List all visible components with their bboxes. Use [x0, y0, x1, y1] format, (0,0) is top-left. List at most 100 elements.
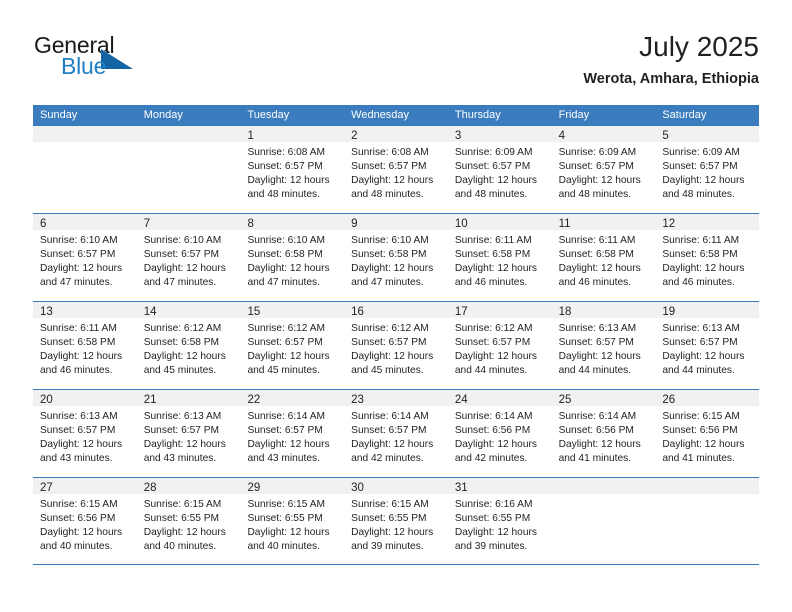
calendar-day-cell[interactable]: 19 Sunrise: 6:13 AM Sunset: 6:57 PM Dayligh…	[655, 302, 760, 389]
sunrise-text: Sunrise: 6:12 AM	[351, 323, 429, 334]
daylight-text-continued: and 47 minutes.	[40, 277, 113, 288]
calendar-day-cell[interactable]: 1 Sunrise: 6:08 AM Sunset: 6:57 PM Daylight…	[240, 126, 345, 213]
daylight-text: Daylight: 12 hours	[454, 351, 537, 362]
calendar-day-cell[interactable]: 10 Sunrise: 6:11 AM Sunset: 6:58 PM Dayligh…	[447, 214, 552, 301]
calendar-day-cell-empty	[136, 126, 241, 213]
calendar-week-row: 1 Sunrise: 6:08 AM Sunset: 6:57 PM Daylight…	[33, 125, 760, 213]
day-cell-body: Sunrise: 6:16 AM Sunset: 6:55 PM Daylight:…	[448, 494, 552, 554]
calendar-day-cell[interactable]: 24 Sunrise: 6:14 AM Sunset: 6:56 PM Dayligh…	[447, 390, 552, 477]
calendar-day-cell[interactable]: 12 Sunrise: 6:11 AM Sunset: 6:58 PM Dayligh…	[655, 214, 760, 301]
day-cell-body: Sunrise: 6:11 AM Sunset: 6:58 PM Daylight:…	[655, 230, 759, 290]
sunset-text: Sunset: 6:57 PM	[247, 425, 323, 436]
calendar-day-cell[interactable]: 23 Sunrise: 6:14 AM Sunset: 6:57 PM Dayligh…	[344, 390, 448, 477]
calendar-day-cell[interactable]: 27 Sunrise: 6:15 AM Sunset: 6:56 PM Dayligh…	[33, 478, 137, 564]
day-number: 18	[558, 306, 572, 318]
calendar-day-cell[interactable]: 13 Sunrise: 6:11 AM Sunset: 6:58 PM Dayligh…	[33, 302, 137, 389]
day-number: 6	[40, 218, 47, 230]
sunrise-text: Sunrise: 6:15 AM	[351, 499, 429, 510]
day-number-band: 27	[33, 478, 137, 494]
day-number-band: 14	[136, 302, 241, 318]
daylight-text-continued: and 41 minutes.	[662, 453, 735, 464]
calendar-day-cell[interactable]: 20 Sunrise: 6:13 AM Sunset: 6:57 PM Dayligh…	[33, 390, 137, 477]
sunset-text: Sunset: 6:57 PM	[558, 337, 634, 348]
sunrise-text: Sunrise: 6:10 AM	[40, 235, 118, 246]
daylight-text: Daylight: 12 hours	[247, 263, 330, 274]
day-number-band: 24	[447, 390, 552, 406]
calendar-day-cell[interactable]: 21 Sunrise: 6:13 AM Sunset: 6:57 PM Dayligh…	[136, 390, 241, 477]
daylight-text-continued: and 45 minutes.	[247, 365, 320, 376]
calendar-day-cell[interactable]: 5 Sunrise: 6:09 AM Sunset: 6:57 PM Daylight…	[655, 126, 760, 213]
calendar-day-cell[interactable]: 2 Sunrise: 6:08 AM Sunset: 6:57 PM Daylight…	[344, 126, 448, 213]
day-number-band	[655, 478, 760, 494]
day-cell-body: Sunrise: 6:08 AM Sunset: 6:57 PM Daylight:…	[240, 142, 344, 202]
daylight-text-continued: and 40 minutes.	[143, 541, 217, 552]
calendar-day-cell[interactable]: 7 Sunrise: 6:10 AM Sunset: 6:57 PM Daylight…	[136, 214, 241, 301]
calendar-day-cell[interactable]: 31 Sunrise: 6:16 AM Sunset: 6:55 PM Dayligh…	[447, 478, 552, 564]
daylight-text-continued: and 44 minutes.	[454, 365, 528, 376]
daylight-text: Daylight: 12 hours	[351, 351, 434, 362]
general-blue-logo[interactable]: General Blue	[33, 32, 233, 88]
calendar-day-cell[interactable]: 17 Sunrise: 6:12 AM Sunset: 6:57 PM Dayligh…	[447, 302, 552, 389]
calendar-day-cell[interactable]: 28 Sunrise: 6:15 AM Sunset: 6:55 PM Dayligh…	[136, 478, 241, 564]
daylight-text: Daylight: 12 hours	[558, 439, 641, 450]
calendar-day-cell[interactable]: 25 Sunrise: 6:14 AM Sunset: 6:56 PM Dayligh…	[551, 390, 656, 477]
day-number-band: 5	[655, 126, 760, 142]
calendar-day-cell[interactable]: 16 Sunrise: 6:12 AM Sunset: 6:57 PM Dayligh…	[344, 302, 448, 389]
calendar-week-row: 20 Sunrise: 6:13 AM Sunset: 6:57 PM Dayligh…	[33, 389, 760, 477]
sunset-text: Sunset: 6:57 PM	[351, 161, 427, 172]
daylight-text-continued: and 46 minutes.	[662, 277, 735, 288]
daylight-text-continued: and 48 minutes.	[662, 189, 735, 200]
day-cell-body	[552, 494, 656, 498]
calendar-day-cell-empty	[33, 126, 137, 213]
calendar-day-cell[interactable]: 22 Sunrise: 6:14 AM Sunset: 6:57 PM Dayligh…	[240, 390, 345, 477]
calendar-day-cell[interactable]: 11 Sunrise: 6:11 AM Sunset: 6:58 PM Dayligh…	[551, 214, 656, 301]
page-subtitle: Werota, Amhara, Ethiopia	[583, 71, 759, 87]
day-number: 1	[247, 130, 254, 142]
day-number: 23	[351, 394, 364, 406]
sunrise-text: Sunrise: 6:13 AM	[558, 323, 637, 334]
daylight-text-continued: and 44 minutes.	[558, 365, 632, 376]
day-number: 4	[558, 130, 565, 142]
sunrise-text: Sunrise: 6:13 AM	[662, 323, 740, 334]
daylight-text: Daylight: 12 hours	[454, 263, 537, 274]
daylight-text-continued: and 48 minutes.	[454, 189, 528, 200]
calendar-day-cell[interactable]: 18 Sunrise: 6:13 AM Sunset: 6:57 PM Dayligh…	[551, 302, 656, 389]
daylight-text-continued: and 47 minutes.	[143, 277, 217, 288]
weekday-header-wednesday: Wednesday	[351, 109, 410, 121]
day-number-band: 31	[447, 478, 552, 494]
day-number-band: 2	[344, 126, 448, 142]
day-number: 19	[662, 306, 676, 318]
calendar-day-cell[interactable]: 26 Sunrise: 6:15 AM Sunset: 6:56 PM Dayligh…	[655, 390, 760, 477]
day-number-band: 11	[551, 214, 656, 230]
calendar-week-row: 6 Sunrise: 6:10 AM Sunset: 6:57 PM Daylight…	[33, 213, 760, 301]
daylight-text-continued: and 41 minutes.	[558, 453, 632, 464]
calendar-day-cell[interactable]: 6 Sunrise: 6:10 AM Sunset: 6:57 PM Daylight…	[33, 214, 137, 301]
calendar-day-cell[interactable]: 29 Sunrise: 6:15 AM Sunset: 6:55 PM Dayligh…	[240, 478, 345, 564]
calendar-week-row: 13 Sunrise: 6:11 AM Sunset: 6:58 PM Dayligh…	[33, 301, 760, 389]
day-cell-body: Sunrise: 6:10 AM Sunset: 6:58 PM Daylight:…	[240, 230, 344, 290]
day-number-band: 15	[240, 302, 345, 318]
daylight-text: Daylight: 12 hours	[40, 527, 123, 538]
calendar-day-cell[interactable]: 3 Sunrise: 6:09 AM Sunset: 6:57 PM Daylight…	[447, 126, 552, 213]
daylight-text-continued: and 42 minutes.	[351, 453, 424, 464]
calendar-day-cell[interactable]: 14 Sunrise: 6:12 AM Sunset: 6:58 PM Dayligh…	[136, 302, 241, 389]
day-number-band: 3	[447, 126, 552, 142]
sunrise-text: Sunrise: 6:14 AM	[558, 411, 637, 422]
day-number-band: 10	[447, 214, 552, 230]
sunrise-text: Sunrise: 6:14 AM	[247, 411, 326, 422]
day-cell-body: Sunrise: 6:09 AM Sunset: 6:57 PM Daylight:…	[655, 142, 759, 202]
sunrise-text: Sunrise: 6:11 AM	[454, 235, 532, 246]
daylight-text: Daylight: 12 hours	[351, 263, 434, 274]
sunset-text: Sunset: 6:57 PM	[143, 249, 220, 260]
day-number-band: 12	[655, 214, 760, 230]
day-number-band: 30	[344, 478, 448, 494]
calendar-day-cell[interactable]: 4 Sunrise: 6:09 AM Sunset: 6:57 PM Daylight…	[551, 126, 656, 213]
calendar-page: General Blue July 2025 Werota, Amhara, E…	[0, 0, 792, 612]
calendar-day-cell[interactable]: 30 Sunrise: 6:15 AM Sunset: 6:55 PM Dayligh…	[344, 478, 448, 564]
calendar-day-cell[interactable]: 8 Sunrise: 6:10 AM Sunset: 6:58 PM Daylight…	[240, 214, 345, 301]
day-number: 7	[143, 218, 151, 230]
calendar-day-cell[interactable]: 15 Sunrise: 6:12 AM Sunset: 6:57 PM Dayligh…	[240, 302, 345, 389]
calendar-day-cell[interactable]: 9 Sunrise: 6:10 AM Sunset: 6:58 PM Daylight…	[344, 214, 448, 301]
sunrise-text: Sunrise: 6:08 AM	[247, 147, 326, 158]
day-number: 21	[143, 394, 157, 406]
